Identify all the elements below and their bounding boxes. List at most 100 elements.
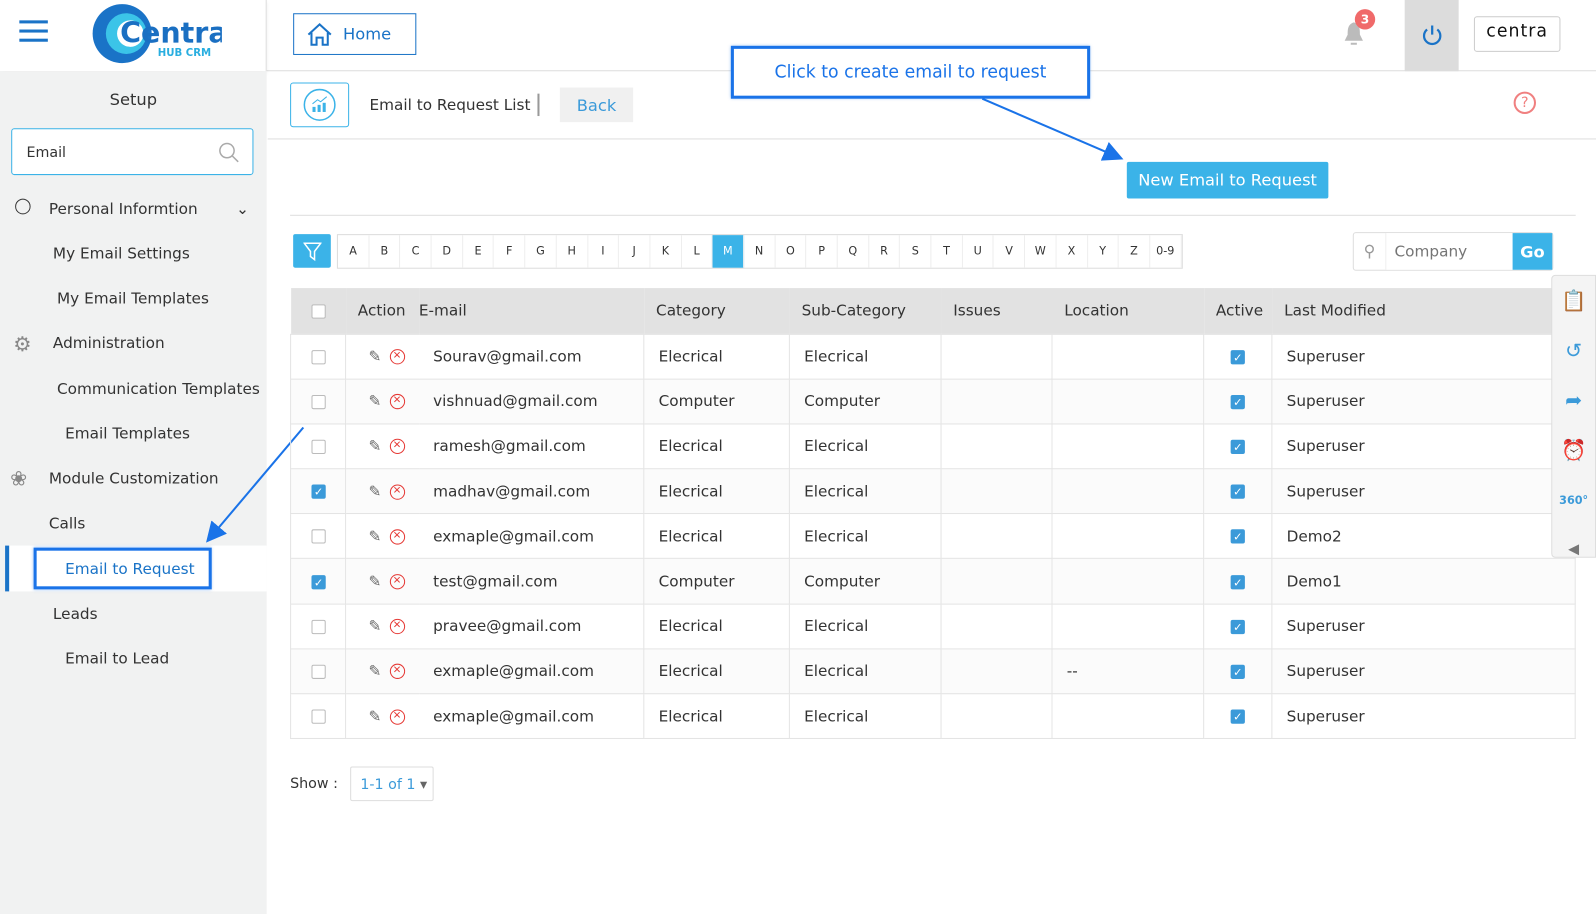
- letter-U[interactable]: U: [963, 235, 994, 268]
- delete-icon[interactable]: ✕: [389, 349, 405, 365]
- table-row[interactable]: ✓ ✎ ✕ test@gmail.com Computer Computer ✓ …: [290, 558, 1576, 605]
- letter-F[interactable]: F: [494, 235, 526, 268]
- letter-B[interactable]: B: [369, 235, 401, 268]
- delete-icon[interactable]: ✕: [389, 619, 405, 635]
- cell-email[interactable]: Sourav@gmail.com: [418, 333, 645, 380]
- letter-A[interactable]: A: [338, 235, 370, 268]
- delete-icon[interactable]: ✕: [389, 394, 405, 410]
- company-search-input[interactable]: [1386, 233, 1513, 270]
- active-checkbox[interactable]: ✓: [1230, 349, 1245, 364]
- table-row[interactable]: ✎ ✕ exmaple@gmail.com Elecrical Elecrical…: [290, 648, 1576, 695]
- col-category[interactable]: Category: [643, 288, 790, 334]
- letter-O[interactable]: O: [775, 235, 807, 268]
- active-checkbox[interactable]: ✓: [1230, 574, 1245, 589]
- active-checkbox[interactable]: ✓: [1230, 529, 1245, 544]
- alarm-icon[interactable]: ⏰: [1552, 425, 1595, 475]
- cell-email[interactable]: madhav@gmail.com: [418, 468, 645, 515]
- row-checkbox[interactable]: [311, 709, 326, 724]
- col-last-modified[interactable]: Last Modified: [1271, 288, 1576, 334]
- sidebar-item-leads[interactable]: Leads: [53, 605, 98, 623]
- letter-Y[interactable]: Y: [1088, 235, 1119, 268]
- row-checkbox[interactable]: [311, 349, 326, 364]
- row-checkbox[interactable]: ✓: [311, 484, 326, 499]
- letter-I[interactable]: I: [588, 235, 620, 268]
- edit-icon[interactable]: ✎: [368, 392, 381, 410]
- sidebar-item-email-templates[interactable]: Email Templates: [65, 424, 190, 442]
- letter-J[interactable]: J: [619, 235, 651, 268]
- clipboard-icon[interactable]: 📋: [1552, 276, 1595, 326]
- sidebar-item-communication-templates[interactable]: Communication Templates: [57, 380, 260, 398]
- letter-G[interactable]: G: [525, 235, 557, 268]
- row-checkbox[interactable]: [311, 529, 326, 544]
- sidebar-item-email-to-lead[interactable]: Email to Lead: [65, 649, 169, 667]
- active-checkbox[interactable]: ✓: [1230, 484, 1245, 499]
- letter-Q[interactable]: Q: [838, 235, 869, 268]
- delete-icon[interactable]: ✕: [389, 664, 405, 680]
- pagination-select[interactable]: 1-1 of 1 ▾: [350, 766, 434, 802]
- back-button[interactable]: Back: [559, 87, 634, 123]
- letter-W[interactable]: W: [1025, 235, 1057, 268]
- table-row[interactable]: ✎ ✕ pravee@gmail.com Elecrical Elecrical …: [290, 603, 1576, 650]
- table-row[interactable]: ✓ ✎ ✕ madhav@gmail.com Elecrical Elecrica…: [290, 468, 1576, 515]
- row-checkbox[interactable]: [311, 664, 326, 679]
- select-all-checkbox[interactable]: [310, 304, 326, 319]
- edit-icon[interactable]: ✎: [368, 527, 381, 545]
- go-button[interactable]: Go: [1512, 233, 1553, 270]
- row-checkbox[interactable]: [311, 394, 326, 409]
- col-location[interactable]: Location: [1051, 288, 1204, 334]
- delete-icon[interactable]: ✕: [389, 439, 405, 455]
- sidebar-item-personal-information[interactable]: Personal Informtion: [49, 200, 198, 218]
- delete-icon[interactable]: ✕: [389, 484, 405, 500]
- cell-email[interactable]: exmaple@gmail.com: [418, 513, 645, 560]
- letter-D[interactable]: D: [432, 235, 463, 268]
- row-checkbox[interactable]: ✓: [311, 574, 326, 589]
- delete-icon[interactable]: ✕: [389, 529, 405, 545]
- sidebar-item-module-customization[interactable]: Module Customization: [49, 469, 219, 487]
- letter-L[interactable]: L: [682, 235, 713, 268]
- col-issues[interactable]: Issues: [941, 288, 1052, 334]
- edit-icon[interactable]: ✎: [368, 572, 381, 590]
- collapse-left-icon[interactable]: ◀: [1552, 525, 1595, 575]
- cell-email[interactable]: test@gmail.com: [418, 558, 645, 605]
- edit-icon[interactable]: ✎: [368, 347, 381, 365]
- sidebar-search-input[interactable]: Email: [11, 128, 254, 176]
- table-row[interactable]: ✎ ✕ exmaple@gmail.com Elecrical Elecrical…: [290, 693, 1576, 740]
- cell-email[interactable]: vishnuad@gmail.com: [418, 378, 645, 425]
- filter-button[interactable]: [293, 234, 331, 268]
- active-checkbox[interactable]: ✓: [1230, 439, 1245, 454]
- 360-view-icon[interactable]: 360°: [1552, 475, 1595, 525]
- edit-icon[interactable]: ✎: [368, 707, 381, 725]
- sidebar-item-my-email-settings[interactable]: My Email Settings: [53, 244, 190, 262]
- history-icon[interactable]: ↺: [1552, 326, 1595, 376]
- new-email-to-request-button[interactable]: New Email to Request: [1126, 161, 1329, 199]
- search-icon[interactable]: [218, 141, 240, 163]
- letter-C[interactable]: C: [400, 235, 432, 268]
- letter-R[interactable]: R: [869, 235, 901, 268]
- letter-H[interactable]: H: [557, 235, 588, 268]
- letter-V[interactable]: V: [994, 235, 1026, 268]
- letter-X[interactable]: X: [1056, 235, 1088, 268]
- edit-icon[interactable]: ✎: [368, 437, 381, 455]
- active-checkbox[interactable]: ✓: [1230, 394, 1245, 409]
- letter-0-9[interactable]: 0-9: [1150, 235, 1182, 268]
- share-icon[interactable]: ➦: [1552, 376, 1595, 426]
- letter-S[interactable]: S: [900, 235, 932, 268]
- edit-icon[interactable]: ✎: [368, 662, 381, 680]
- col-active[interactable]: Active: [1203, 288, 1272, 334]
- active-checkbox[interactable]: ✓: [1230, 709, 1245, 724]
- cell-email[interactable]: exmaple@gmail.com: [418, 648, 645, 695]
- table-row[interactable]: ✎ ✕ Sourav@gmail.com Elecrical Elecrical …: [290, 333, 1576, 380]
- row-checkbox[interactable]: [311, 439, 326, 454]
- letter-E[interactable]: E: [463, 235, 495, 268]
- hamburger-menu-icon[interactable]: [19, 20, 48, 47]
- table-row[interactable]: ✎ ✕ ramesh@gmail.com Elecrical Elecrical …: [290, 423, 1576, 470]
- dashboard-button[interactable]: [290, 82, 350, 128]
- letter-N[interactable]: N: [744, 235, 776, 268]
- table-row[interactable]: ✎ ✕ exmaple@gmail.com Elecrical Elecrical…: [290, 513, 1576, 560]
- edit-icon[interactable]: ✎: [368, 617, 381, 635]
- chevron-down-icon[interactable]: ⌄: [236, 200, 249, 218]
- col-email[interactable]: E-mail: [418, 288, 644, 334]
- centra-logo[interactable]: Centra HUB CRM: [90, 2, 228, 65]
- table-row[interactable]: ✎ ✕ vishnuad@gmail.com Computer Computer …: [290, 378, 1576, 425]
- active-checkbox[interactable]: ✓: [1230, 664, 1245, 679]
